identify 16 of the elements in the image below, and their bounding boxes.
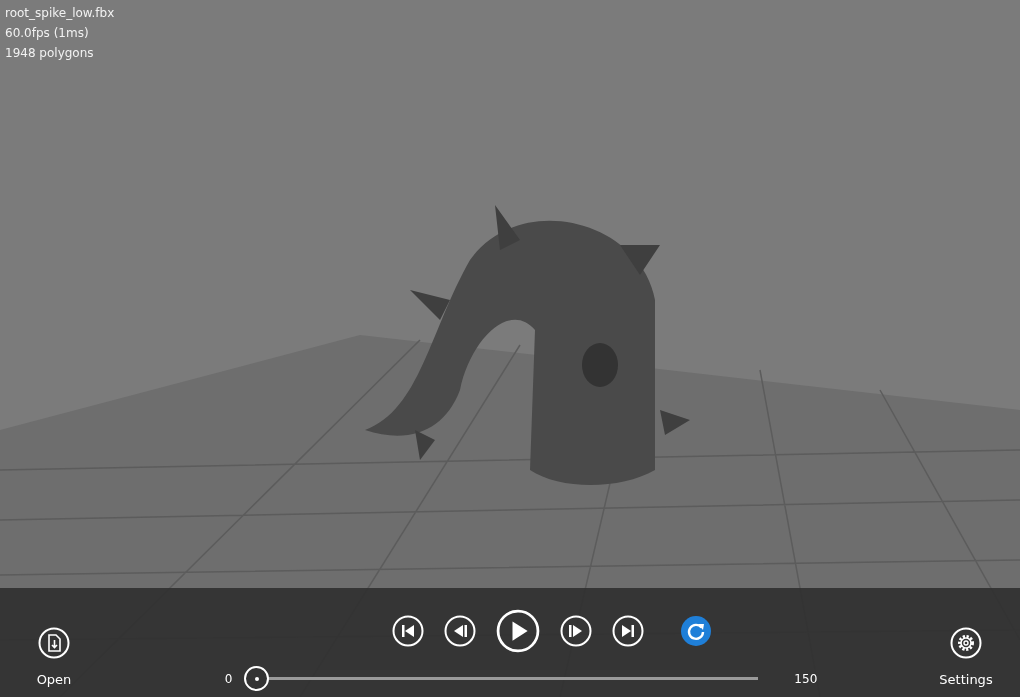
loop-button[interactable]	[680, 615, 712, 647]
info-text: root_spike_low.fbx	[5, 5, 115, 22]
file-download-icon	[38, 627, 70, 659]
info-text: 60.0fps (1ms)	[5, 25, 90, 42]
skip-to-end-button[interactable]	[612, 615, 644, 647]
settings-icon	[950, 627, 982, 659]
info-text: 1948 polygons	[5, 45, 95, 62]
play-button[interactable]	[496, 609, 540, 653]
settings-button[interactable]: Settings	[939, 627, 993, 687]
skip-to-start-button[interactable]	[392, 615, 424, 647]
step-forward-button[interactable]	[560, 615, 592, 647]
end-frame-label: 150	[794, 671, 818, 686]
open-button[interactable]: Open	[36, 627, 72, 687]
slider-thumb[interactable]	[244, 666, 270, 691]
start-frame-label: 0	[224, 671, 233, 686]
step-back-button[interactable]	[444, 615, 476, 647]
